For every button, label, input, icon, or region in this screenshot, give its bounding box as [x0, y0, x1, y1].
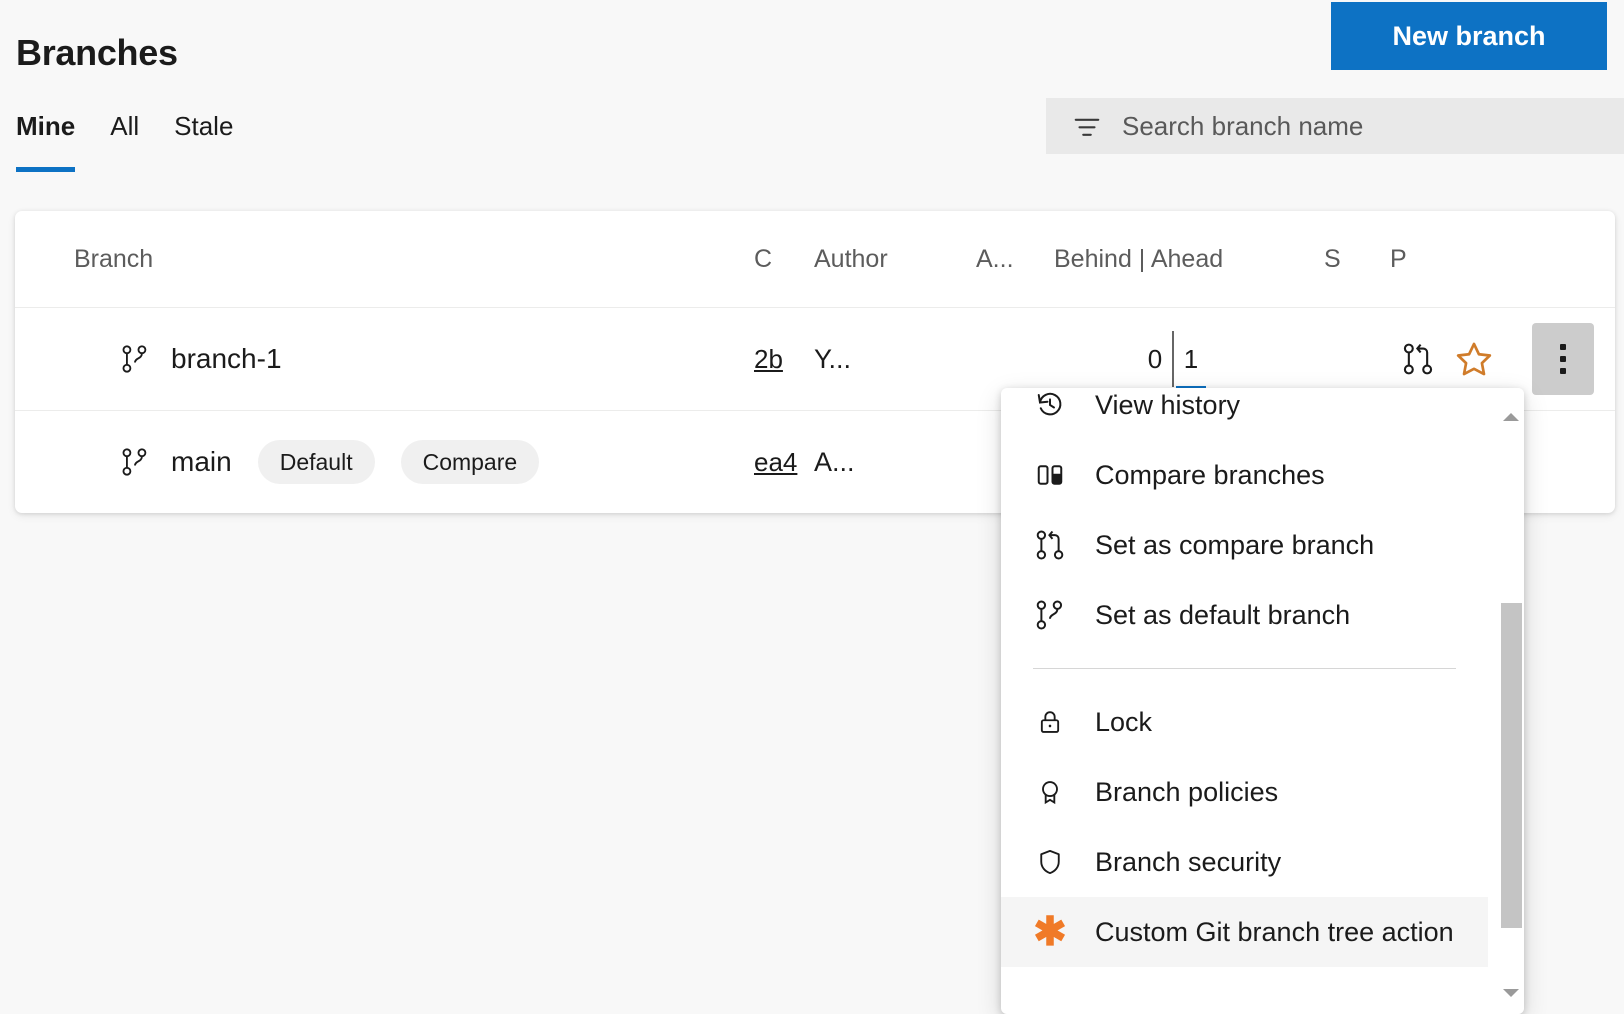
- branch-icon: [121, 344, 149, 374]
- commit-cell: ea4: [754, 411, 814, 514]
- col-header-behind-ahead[interactable]: Behind | Ahead: [1054, 211, 1324, 308]
- search-input[interactable]: [1122, 111, 1602, 142]
- branch-name[interactable]: branch-1: [171, 343, 282, 375]
- asterisk-icon: ✱: [1033, 915, 1067, 949]
- favorite-button[interactable]: [1446, 331, 1502, 387]
- col-header-pr[interactable]: P: [1390, 211, 1615, 308]
- default-branch-tag[interactable]: Default: [258, 440, 375, 484]
- col-header-date[interactable]: A...: [976, 211, 1054, 308]
- commit-cell: 2b: [754, 308, 814, 411]
- menu-item-lock[interactable]: Lock: [1001, 687, 1488, 757]
- author-name: Y...: [814, 344, 851, 374]
- author-cell: A...: [814, 411, 976, 514]
- branches-page: Branches New branch Mine All Stale Branc…: [0, 0, 1624, 1014]
- context-menu-scrollbar[interactable]: [1498, 388, 1524, 1014]
- filter-icon: [1072, 111, 1102, 141]
- kebab-dot: [1560, 368, 1566, 374]
- history-icon: [1033, 388, 1067, 422]
- author-name: A...: [814, 447, 855, 477]
- branch-context-menu: View history Compare branches: [1001, 388, 1524, 1014]
- tab-stale[interactable]: Stale: [174, 104, 250, 148]
- menu-item-label: Compare branches: [1095, 462, 1325, 489]
- kebab-dot: [1560, 356, 1566, 362]
- menu-item-label: Branch security: [1095, 849, 1281, 876]
- ribbon-icon: [1033, 775, 1067, 809]
- branch-name[interactable]: main: [171, 446, 232, 478]
- menu-item-label: Set as default branch: [1095, 602, 1350, 629]
- search-branch-box[interactable]: [1046, 98, 1624, 154]
- menu-item-label: Branch policies: [1095, 779, 1278, 806]
- kebab-dot: [1560, 344, 1566, 350]
- menu-item-set-as-compare-branch[interactable]: Set as compare branch: [1001, 510, 1488, 580]
- star-icon: [1455, 340, 1493, 378]
- set-default-branch-icon: [1033, 598, 1067, 632]
- menu-item-branch-policies[interactable]: Branch policies: [1001, 757, 1488, 827]
- scroll-down-arrow-icon[interactable]: [1498, 980, 1524, 1006]
- scrollbar-thumb[interactable]: [1501, 603, 1522, 928]
- create-pull-request-button[interactable]: [1390, 331, 1446, 387]
- col-header-commit[interactable]: C: [754, 211, 814, 308]
- shield-icon: [1033, 845, 1067, 879]
- menu-item-label: Set as compare branch: [1095, 532, 1374, 559]
- commit-hash-link[interactable]: ea4: [754, 447, 797, 477]
- ahead-count: 1: [1174, 344, 1208, 375]
- menu-separator: [1033, 668, 1456, 669]
- tab-all[interactable]: All: [110, 104, 156, 148]
- author-cell: Y...: [814, 308, 976, 411]
- menu-item-branch-security[interactable]: Branch security: [1001, 827, 1488, 897]
- menu-item-view-history[interactable]: View history: [1001, 388, 1488, 440]
- branch-cell: main Default Compare: [15, 411, 754, 514]
- menu-item-label: Custom Git branch tree action: [1095, 919, 1454, 946]
- tab-mine[interactable]: Mine: [16, 104, 92, 148]
- behind-count: 0: [1138, 344, 1172, 375]
- commit-hash-link[interactable]: 2b: [754, 344, 783, 374]
- page-title: Branches: [16, 29, 178, 77]
- menu-item-label: Lock: [1095, 709, 1152, 736]
- scroll-up-arrow-icon[interactable]: [1498, 404, 1524, 430]
- branch-icon: [121, 447, 149, 477]
- menu-item-label: View history: [1095, 392, 1240, 419]
- menu-item-compare-branches[interactable]: Compare branches: [1001, 440, 1488, 510]
- col-header-branch[interactable]: Branch: [15, 211, 754, 308]
- pull-request-icon: [1402, 342, 1434, 376]
- context-menu-scroll-area: View history Compare branches: [1001, 388, 1524, 1014]
- compare-branch-tag[interactable]: Compare: [401, 440, 540, 484]
- behind-ahead-indicator: 0 1: [1130, 328, 1216, 390]
- compare-branches-icon: [1033, 458, 1067, 492]
- branch-cell: branch-1: [15, 308, 754, 411]
- set-compare-branch-icon: [1033, 528, 1067, 562]
- new-branch-button[interactable]: New branch: [1331, 2, 1607, 70]
- col-header-status[interactable]: S: [1324, 211, 1390, 308]
- menu-item-custom-git-branch-tree-action[interactable]: ✱ Custom Git branch tree action: [1001, 897, 1488, 967]
- lock-icon: [1033, 705, 1067, 739]
- menu-item-set-as-default-branch[interactable]: Set as default branch: [1001, 580, 1488, 650]
- branch-filter-tabs: Mine All Stale: [16, 104, 250, 148]
- table-header-row: Branch C Author A... Behind | Ahead S P: [15, 211, 1615, 308]
- col-header-author[interactable]: Author: [814, 211, 976, 308]
- more-actions-button[interactable]: [1532, 323, 1594, 395]
